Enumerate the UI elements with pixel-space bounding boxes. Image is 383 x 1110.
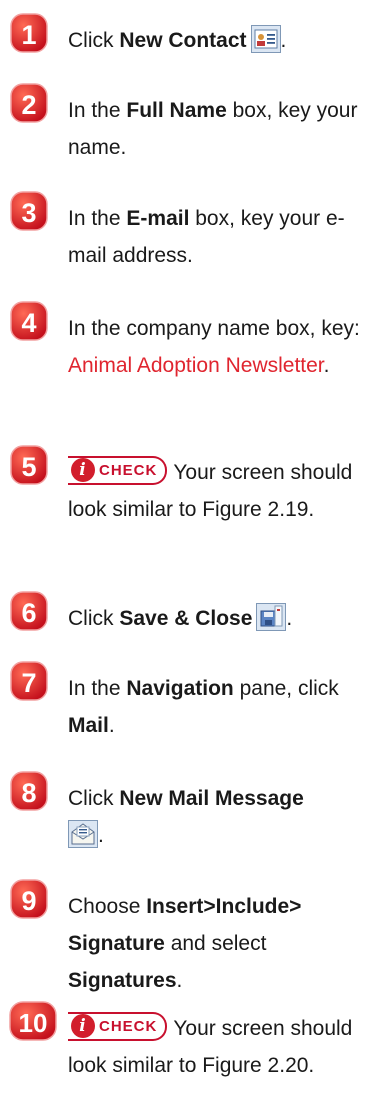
step-text: Click New Contact. xyxy=(68,22,377,59)
svg-text:10: 10 xyxy=(19,1008,48,1038)
step-text: i CHECK Your screen should look similar to… xyxy=(68,454,377,528)
svg-text:5: 5 xyxy=(21,452,36,482)
step-number-badge: 1 xyxy=(8,12,52,56)
step-number-badge: 4 xyxy=(8,300,52,344)
step-number-badge: 7 xyxy=(8,660,52,704)
save-close-icon xyxy=(256,603,287,632)
svg-text:4: 4 xyxy=(21,308,36,338)
svg-text:1: 1 xyxy=(21,20,36,50)
svg-text:2: 2 xyxy=(21,90,36,120)
step-number-badge: 2 xyxy=(8,82,52,126)
step-number-badge: 6 xyxy=(8,590,52,634)
step-text: In the Full Name box, key your name. xyxy=(68,99,358,159)
ui-term-mail: Mail xyxy=(68,714,109,737)
ui-term-full-name: Full Name xyxy=(126,99,227,122)
step-text: In the E-mail box, key your e-mail addre… xyxy=(68,207,345,267)
company-name-value: Animal Adoption Newsletter xyxy=(68,354,324,377)
step-number-badge: 10 xyxy=(8,1000,57,1044)
new-mail-message-icon xyxy=(68,820,98,849)
svg-text:9: 9 xyxy=(21,886,36,916)
new-contact-icon xyxy=(250,25,281,54)
ui-term-navigation: Navigation xyxy=(126,677,234,700)
check-badge: i CHECK xyxy=(68,455,168,485)
step-text: Choose Insert>Include> Signature and sel… xyxy=(68,895,302,992)
ui-term-email: E-mail xyxy=(126,207,190,230)
step-text: i CHECK Your screen should look similar to… xyxy=(68,1010,377,1084)
step-text: In the company name box, key: Animal Ado… xyxy=(68,317,360,377)
step-text: In the Navigation pane, click Mail. xyxy=(68,677,339,737)
svg-text:3: 3 xyxy=(21,198,36,228)
svg-text:6: 6 xyxy=(21,598,36,628)
info-icon: i xyxy=(71,1013,95,1038)
step-text: Click New Mail Message. xyxy=(68,787,304,849)
step-number-badge: 3 xyxy=(8,190,52,234)
ui-term-save-close: Save & Close xyxy=(119,607,253,630)
check-badge: i CHECK xyxy=(68,1011,168,1041)
step-number-badge: 9 xyxy=(8,878,52,922)
ui-term-new-contact: New Contact xyxy=(119,29,247,52)
svg-text:7: 7 xyxy=(21,668,36,698)
info-icon: i xyxy=(71,457,95,482)
step-number-badge: 8 xyxy=(8,770,52,814)
ui-term-new-mail-message: New Mail Message xyxy=(119,787,304,810)
svg-text:8: 8 xyxy=(21,778,36,808)
step-text: Click Save & Close. xyxy=(68,600,377,637)
step-number-badge: 5 xyxy=(8,444,52,488)
ui-term-signatures: Signatures xyxy=(68,969,177,992)
